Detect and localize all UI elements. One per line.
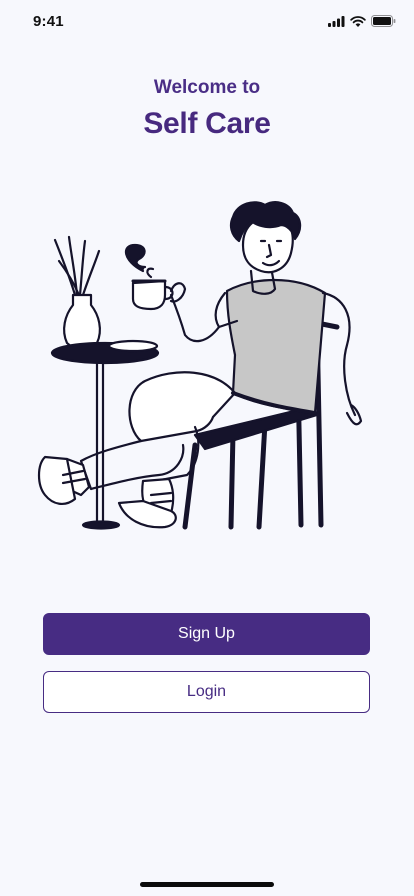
person-relaxing-illustration (37, 201, 363, 530)
welcome-text: Welcome to (153, 77, 261, 98)
status-icons (328, 15, 396, 27)
app-title: Self Care (143, 107, 271, 140)
login-button[interactable]: Login (43, 671, 370, 713)
home-indicator[interactable] (140, 882, 274, 887)
status-bar: 9:41 (0, 0, 414, 44)
signup-button[interactable]: Sign Up (43, 613, 370, 655)
battery-icon (371, 15, 396, 27)
signal-icon (328, 15, 345, 27)
status-time: 9:41 (33, 13, 64, 30)
wifi-icon (350, 15, 366, 27)
